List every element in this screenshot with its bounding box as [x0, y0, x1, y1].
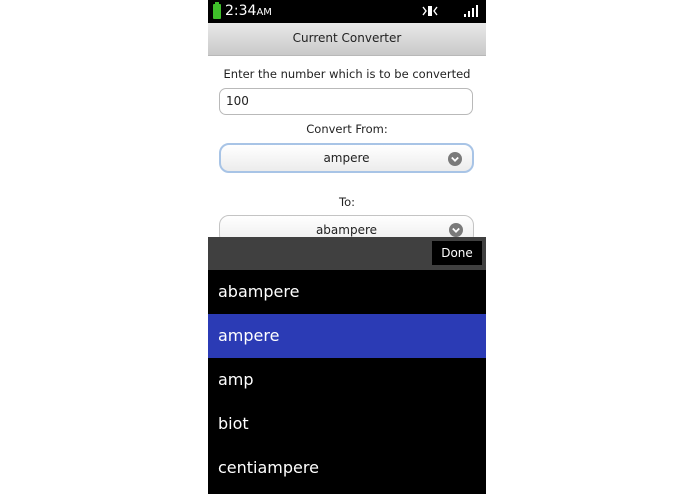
from-label: Convert From: — [306, 122, 388, 136]
number-label: Enter the number which is to be converte… — [223, 67, 471, 81]
to-select-value: abampere — [315, 223, 378, 237]
picker-toolbar: Done — [208, 237, 486, 270]
status-time: 2:34AM — [225, 3, 272, 19]
status-bar: 2:34AM — [208, 0, 486, 23]
number-input[interactable]: 100 — [219, 88, 473, 115]
battery-icon — [213, 2, 221, 19]
picker-list: abampere ampere amp biot centiampere — [208, 270, 486, 494]
picker-option-abampere[interactable]: abampere — [208, 270, 486, 314]
from-select[interactable]: ampere — [219, 143, 474, 173]
vibrate-icon — [422, 6, 438, 16]
chevron-down-icon — [449, 223, 463, 237]
to-label: To: — [339, 195, 355, 209]
picker-option-amp[interactable]: amp — [208, 358, 486, 402]
picker-option-centiampere[interactable]: centiampere — [208, 446, 486, 490]
signal-icon — [464, 5, 478, 17]
phone-screen: 2:34AM Current Converter Enter the numbe… — [208, 0, 486, 494]
page-title: Current Converter — [208, 23, 486, 56]
done-button[interactable]: Done — [432, 241, 482, 265]
from-select-value: ampere — [323, 151, 370, 165]
picker-option-ampere[interactable]: ampere — [208, 314, 486, 358]
chevron-down-icon — [448, 152, 462, 166]
picker-option-biot[interactable]: biot — [208, 402, 486, 446]
